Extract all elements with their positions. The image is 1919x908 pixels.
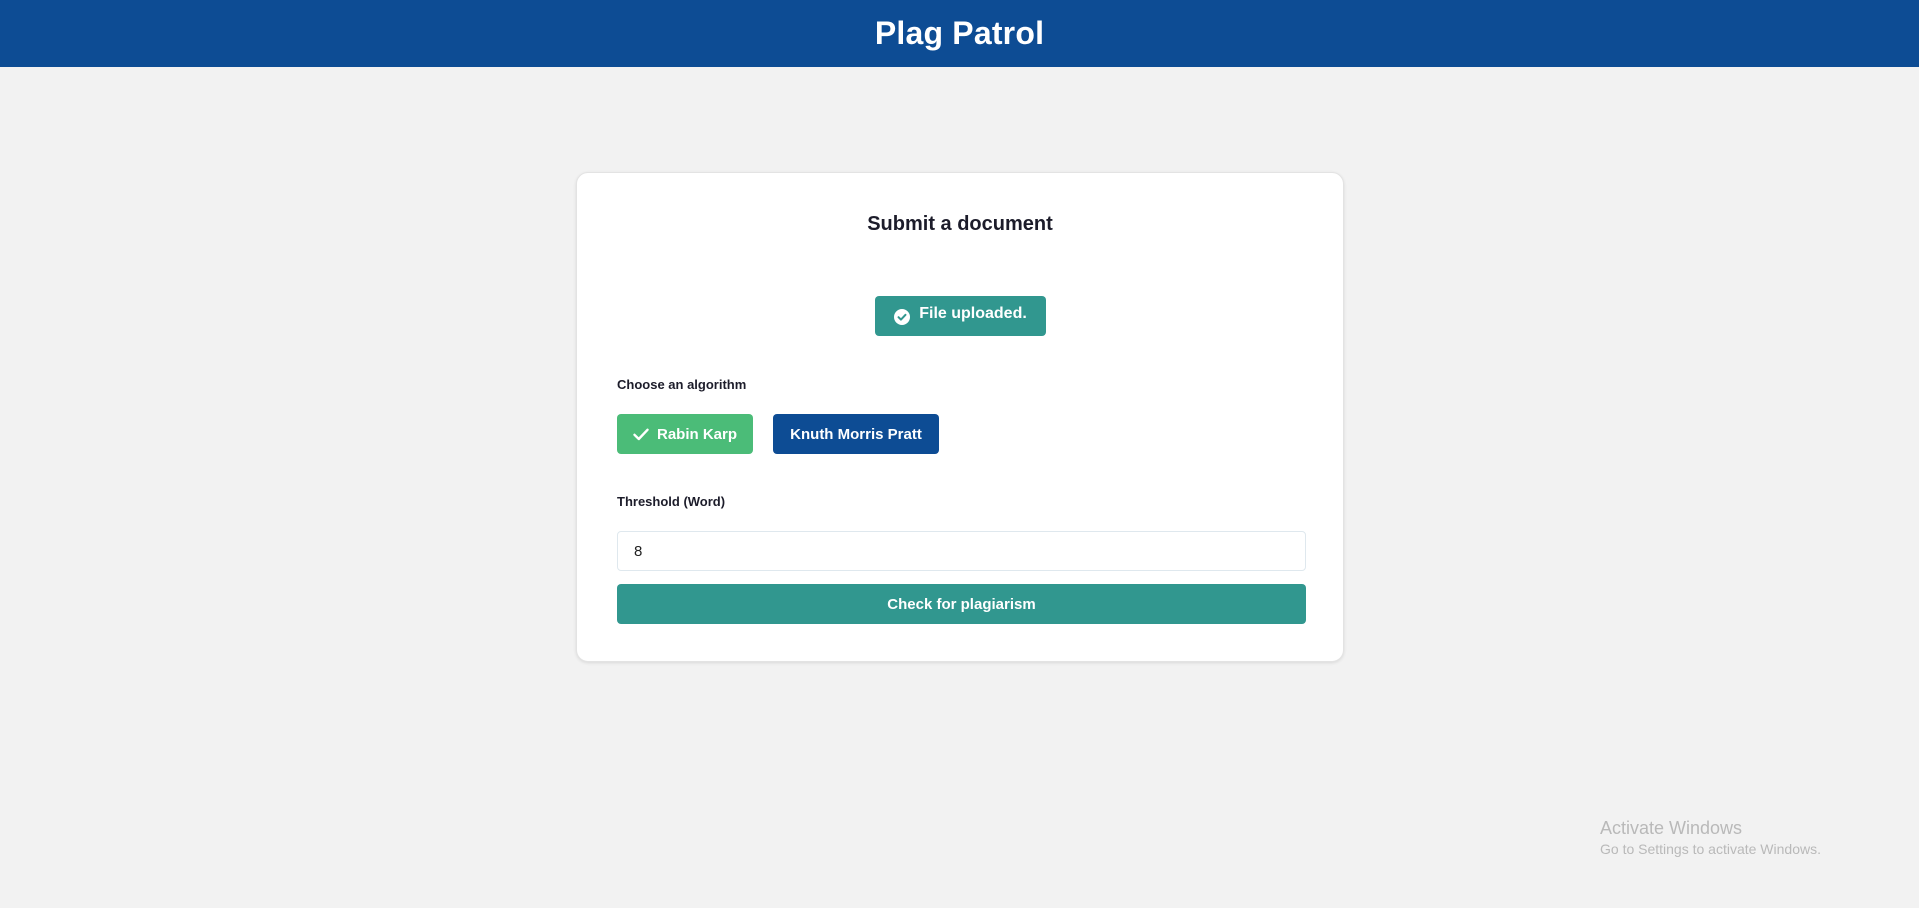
rabin-karp-button[interactable]: Rabin Karp [617,414,753,454]
threshold-label: Threshold (Word) [617,494,726,509]
submit-card: Submit a document File uploaded. Choose … [576,172,1344,662]
upload-status-badge: File uploaded. [875,296,1046,336]
watermark-title: Activate Windows [1600,818,1743,838]
check-plagiarism-button[interactable]: Check for plagiarism [617,584,1306,624]
windows-activation-watermark: Activate Windows Go to Settings to activ… [1600,816,1821,858]
card-title: Submit a document [867,213,1053,235]
algorithm-label: Choose an algorithm [617,377,747,392]
check-circle-icon [894,308,911,325]
knuth-morris-pratt-label: Knuth Morris Pratt [790,425,922,443]
rabin-karp-label: Rabin Karp [656,425,737,443]
checkmark-icon [633,428,649,440]
watermark-subtitle: Go to Settings to activate Windows. [1600,841,1821,857]
upload-status-text: File uploaded. [919,305,1027,322]
app-title: Plag Patrol [874,15,1045,51]
threshold-input[interactable] [617,531,1306,571]
app-header: Plag Patrol [0,0,1919,67]
knuth-morris-pratt-button[interactable]: Knuth Morris Pratt [773,414,939,454]
